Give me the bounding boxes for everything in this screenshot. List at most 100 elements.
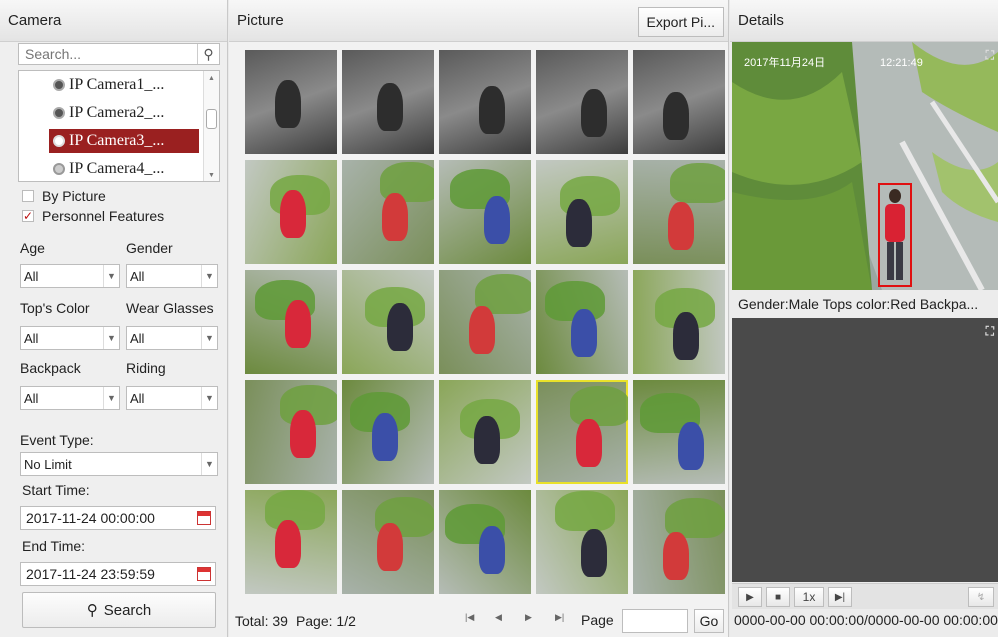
riding-select[interactable]: All ▼ xyxy=(126,386,218,410)
personnel-features-label: Personnel Features xyxy=(42,208,165,224)
play-icon[interactable]: ▶ xyxy=(738,587,762,607)
picture-grid xyxy=(245,50,725,595)
thumbnail[interactable] xyxy=(342,270,434,374)
fullscreen-icon[interactable]: ⛶ xyxy=(986,48,994,63)
thumbnail[interactable] xyxy=(536,270,628,374)
wear-glasses-value: All xyxy=(130,330,145,346)
thumbnail[interactable] xyxy=(633,160,725,264)
thumbnail[interactable] xyxy=(633,270,725,374)
end-time-field[interactable]: 2017-11-24 23:59:59 xyxy=(20,562,216,586)
chevron-down-icon[interactable]: ▼ xyxy=(201,453,217,475)
page-label: Page xyxy=(581,612,614,628)
chevron-down-icon[interactable]: ▼ xyxy=(201,387,217,409)
search-icon: ⚲ xyxy=(86,602,98,619)
event-type-select[interactable]: No Limit ▼ xyxy=(20,452,218,476)
speed-button[interactable]: 1x xyxy=(794,587,824,607)
end-time-value: 2017-11-24 23:59:59 xyxy=(26,566,155,582)
calendar-icon[interactable] xyxy=(197,567,211,581)
thumbnail[interactable] xyxy=(245,160,337,264)
next-page-icon[interactable]: ▶ xyxy=(525,612,532,623)
chevron-down-icon[interactable]: ▼ xyxy=(103,265,119,287)
prev-page-icon[interactable]: ◀ xyxy=(495,612,502,623)
backpack-value: All xyxy=(24,390,39,406)
riding-value: All xyxy=(130,390,145,406)
go-button[interactable]: Go xyxy=(694,609,724,633)
chevron-down-icon[interactable]: ▼ xyxy=(103,387,119,409)
thumbnail[interactable] xyxy=(633,380,725,484)
thumbnail[interactable] xyxy=(439,50,531,154)
thumbnail[interactable] xyxy=(342,160,434,264)
thumbnail[interactable] xyxy=(245,380,337,484)
camera-list-scrollbar[interactable]: ▲ ▼ xyxy=(203,71,219,181)
search-button[interactable]: ⚲ Search xyxy=(22,592,216,628)
camera-icon xyxy=(53,135,65,147)
tops-color-value: All xyxy=(24,330,39,346)
thumbnail[interactable] xyxy=(245,270,337,374)
export-pictures-button[interactable]: Export Pi... xyxy=(637,7,724,37)
scroll-up-icon[interactable]: ▲ xyxy=(208,75,215,82)
wear-glasses-select[interactable]: All ▼ xyxy=(126,326,218,350)
thumbnail[interactable] xyxy=(536,380,628,484)
start-time-label: Start Time: xyxy=(22,482,90,498)
snapshot-image: 2017年11月24日 12:21:49 xyxy=(732,42,998,290)
age-select[interactable]: All ▼ xyxy=(20,264,120,288)
thumbnail[interactable] xyxy=(342,380,434,484)
snapshot-view[interactable]: 2017年11月24日 12:21:49 ⛶ xyxy=(732,42,998,290)
camera-panel: Camera ⚲ IP Camera1_... IP Camera2_... I… xyxy=(0,0,228,637)
personnel-features-checkbox[interactable]: ✓ Personnel Features xyxy=(22,208,164,224)
camera-item-4[interactable]: IP Camera4_... xyxy=(49,157,199,181)
fullscreen-icon[interactable]: ⛶ xyxy=(986,324,994,339)
backpack-select[interactable]: All ▼ xyxy=(20,386,120,410)
start-time-field[interactable]: 2017-11-24 00:00:00 xyxy=(20,506,216,530)
thumbnail[interactable] xyxy=(633,50,725,154)
page-input[interactable] xyxy=(622,609,688,633)
playback-timeline: 0000-00-00 00:00:00/0000-00-00 00:00:00 xyxy=(734,612,998,628)
thumbnail[interactable] xyxy=(536,490,628,594)
camera-label: IP Camera3_... xyxy=(69,132,165,149)
search-icon[interactable]: ⚲ xyxy=(197,44,219,64)
camera-list[interactable]: IP Camera1_... IP Camera2_... IP Camera3… xyxy=(18,70,220,182)
thumbnail[interactable] xyxy=(536,160,628,264)
thumbnail[interactable] xyxy=(245,490,337,594)
last-page-icon[interactable]: ▶| xyxy=(555,612,564,623)
chevron-down-icon[interactable]: ▼ xyxy=(201,265,217,287)
thumbnail[interactable] xyxy=(439,160,531,264)
step-forward-icon[interactable]: ▶| xyxy=(828,587,852,607)
page-indicator: Page: 1/2 xyxy=(295,613,356,629)
checkmark-icon[interactable]: ✓ xyxy=(22,210,34,222)
tops-color-select[interactable]: All ▼ xyxy=(20,326,120,350)
scroll-down-icon[interactable]: ▼ xyxy=(208,172,215,179)
tops-color-label: Top's Color xyxy=(20,300,90,316)
thumbnail[interactable] xyxy=(342,50,434,154)
event-type-label: Event Type: xyxy=(20,432,94,448)
scrollbar-thumb[interactable] xyxy=(206,109,217,129)
thumbnail[interactable] xyxy=(245,50,337,154)
total-count: Total: 39 xyxy=(235,613,288,629)
camera-icon xyxy=(53,107,65,119)
thumbnail[interactable] xyxy=(633,490,725,594)
start-time-value: 2017-11-24 00:00:00 xyxy=(26,510,155,526)
camera-offline-icon xyxy=(53,163,65,175)
camera-item-2[interactable]: IP Camera2_... xyxy=(49,101,199,125)
chevron-down-icon[interactable]: ▼ xyxy=(201,327,217,349)
calendar-icon[interactable] xyxy=(197,511,211,525)
by-picture-checkbox[interactable]: By Picture xyxy=(22,188,106,204)
stop-icon[interactable]: ■ xyxy=(766,587,790,607)
thumbnail[interactable] xyxy=(439,380,531,484)
thumbnail[interactable] xyxy=(439,270,531,374)
playback-view[interactable]: ⛶ xyxy=(732,318,998,582)
details-panel: Details 2017年11月24日 12:21:49 ⛶ Gender:Ma… xyxy=(730,0,998,637)
gender-select[interactable]: All ▼ xyxy=(126,264,218,288)
thumbnail[interactable] xyxy=(536,50,628,154)
camera-panel-title: Camera xyxy=(0,0,227,42)
first-page-icon[interactable]: |◀ xyxy=(465,612,474,623)
camera-item-3[interactable]: IP Camera3_... xyxy=(49,129,199,153)
camera-search[interactable]: ⚲ xyxy=(18,43,220,65)
chevron-down-icon[interactable]: ▼ xyxy=(103,327,119,349)
download-icon[interactable]: ↯ xyxy=(968,587,994,607)
camera-search-input[interactable] xyxy=(19,44,197,64)
checkbox-unchecked-icon[interactable] xyxy=(22,190,34,202)
camera-item-1[interactable]: IP Camera1_... xyxy=(49,73,199,97)
thumbnail[interactable] xyxy=(342,490,434,594)
thumbnail[interactable] xyxy=(439,490,531,594)
